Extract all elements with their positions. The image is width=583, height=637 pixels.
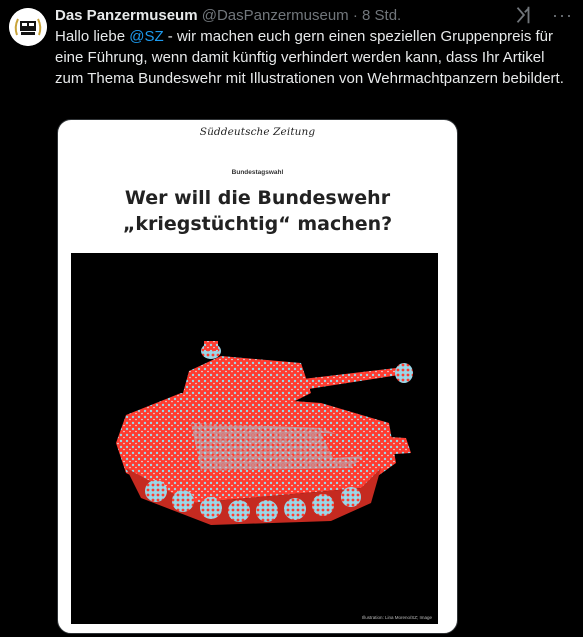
more-options-icon[interactable]: ··· — [552, 6, 573, 24]
headline-line-1: Wer will die Bundeswehr — [124, 187, 391, 209]
headline-line-2: „kriegstüchtig“ machen? — [122, 213, 393, 235]
display-name[interactable]: Das Panzermuseum — [55, 7, 198, 24]
avatar[interactable] — [9, 8, 47, 46]
tweet-text-before: Hallo liebe — [55, 28, 130, 45]
tweet-media-image[interactable]: Süddeutsche Zeitung Bundestagswahl Wer w… — [57, 119, 458, 634]
publication-logo: Süddeutsche Zeitung — [199, 126, 316, 138]
tweet-top-icons: ··· — [512, 4, 573, 26]
grok-icon[interactable] — [512, 4, 534, 26]
tweet-text: Hallo liebe @SZ - wir machen euch gern e… — [55, 26, 575, 89]
panzermuseum-logo-icon — [9, 8, 47, 46]
mention-link[interactable]: @SZ — [129, 28, 163, 45]
timestamp[interactable]: · 8 Std. — [353, 7, 401, 24]
image-credit: Illustration: Lina Moreno/SZ; Image — [361, 615, 432, 620]
article-headline: Wer will die Bundeswehr „kriegstüchtig“ … — [58, 185, 457, 237]
tank-illustration: Illustration: Lina Moreno/SZ; Image — [71, 253, 438, 624]
tweet-header: Das Panzermuseum @DasPanzermuseum · 8 St… — [55, 6, 523, 25]
user-handle[interactable]: @DasPanzermuseum — [202, 7, 349, 24]
tank-icon — [116, 341, 413, 525]
article-kicker: Bundestagswahl — [231, 169, 284, 176]
